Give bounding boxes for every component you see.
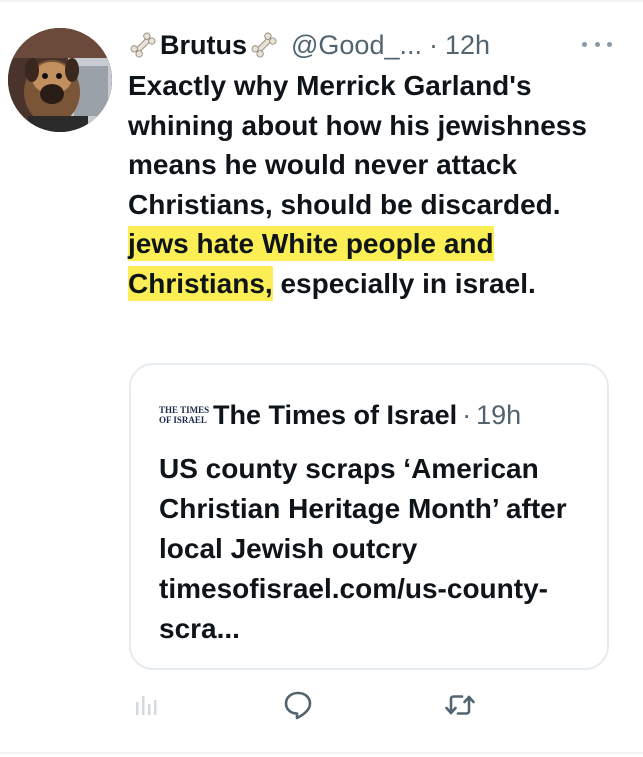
- tweet-text-after: especially in israel.: [272, 267, 536, 299]
- tweet-actions-bar: [0, 685, 643, 725]
- avatar[interactable]: [8, 28, 112, 132]
- retweet-button[interactable]: [440, 685, 480, 725]
- quoted-tweet-text: US county scraps ‘American Christian Her…: [159, 453, 567, 644]
- analytics-icon: [136, 696, 157, 715]
- top-divider: [0, 0, 643, 2]
- quoted-tweet-header: THE TIMES OF ISRAEL The Times of Israel …: [159, 395, 521, 435]
- more-dot: [594, 41, 600, 47]
- retweet-icon: [445, 695, 475, 715]
- times-of-israel-logo: THE TIMES OF ISRAEL: [159, 400, 210, 430]
- more-options-icon[interactable]: [582, 34, 612, 54]
- bone-icon: [130, 32, 156, 58]
- logo-line-2: OF ISRAEL: [159, 415, 207, 425]
- dog-avatar-image: [8, 28, 112, 132]
- tweet-timestamp[interactable]: 12h: [445, 30, 490, 61]
- tweet-header: Brutus @Good_... · 12h: [128, 28, 628, 62]
- more-dot: [607, 41, 612, 47]
- quoted-source-name[interactable]: The Times of Israel: [213, 400, 457, 431]
- reply-icon: [284, 691, 312, 720]
- tweet-text: Exactly why Merrick Garland's whining ab…: [128, 66, 618, 303]
- bone-icon: [251, 32, 277, 58]
- quoted-timestamp: 19h: [476, 399, 522, 430]
- bottom-divider: [0, 752, 643, 754]
- separator-dot: ·: [462, 399, 472, 430]
- separator-dot: ·: [428, 29, 438, 60]
- quoted-tweet-card[interactable]: THE TIMES OF ISRAEL The Times of Israel …: [129, 363, 609, 670]
- tweet-text-plain: Exactly why Merrick Garland's whining ab…: [128, 70, 587, 220]
- display-name[interactable]: Brutus: [160, 30, 247, 61]
- analytics-button[interactable]: [126, 685, 166, 725]
- logo-line-1: THE TIMES: [159, 405, 210, 415]
- reply-button[interactable]: [278, 685, 318, 725]
- more-dot: [582, 41, 587, 47]
- user-handle[interactable]: @Good_...: [291, 30, 422, 61]
